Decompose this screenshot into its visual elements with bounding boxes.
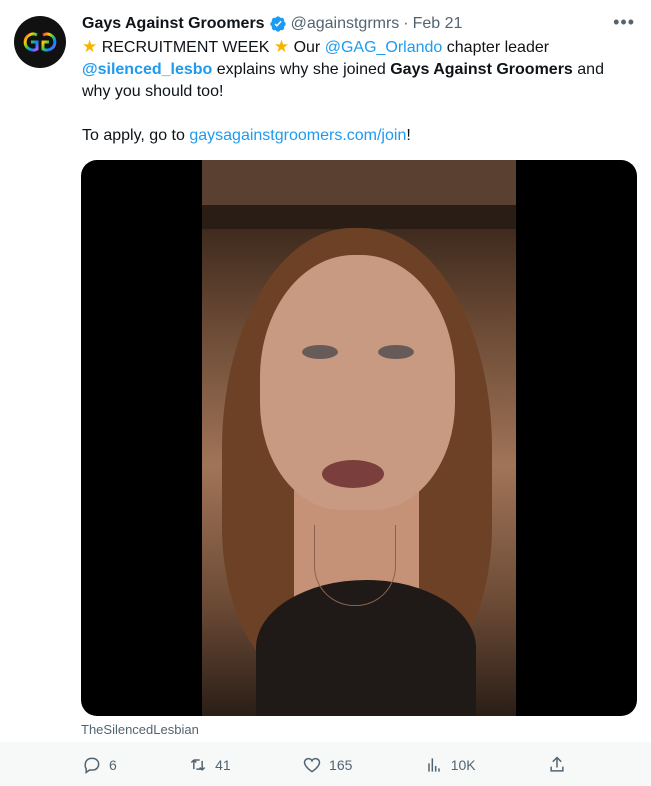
retweet-count: 41 [215,757,231,773]
retweet-button[interactable]: 41 [188,755,231,775]
tweet-actions: 6 41 165 10K [82,752,567,778]
gag-logo-icon [23,32,57,52]
views-button[interactable]: 10K [424,755,476,775]
text-chapter-leader: chapter leader [446,39,550,56]
recruitment-heading: RECRUITMENT WEEK [101,39,270,56]
account-handle[interactable]: @againstgrmrs [291,15,400,33]
mention-silenced-lesbo[interactable]: @silenced_lesbo [82,61,212,78]
more-options-icon[interactable]: ••• [613,12,635,33]
tweet-card[interactable]: Gays Against Groomers @againstgrmrs · Fe… [0,0,651,786]
views-count: 10K [450,757,476,773]
person-face [260,255,455,510]
star-icon: ★ [273,37,290,56]
views-icon [427,758,440,772]
reply-icon [84,757,100,774]
text-apply: To apply, go to [82,127,185,144]
reply-count: 6 [109,757,117,773]
background-shelf [202,205,516,229]
text-explains: explains why she joined [216,61,386,78]
person-necklace [314,525,396,606]
separator-dot: · [403,15,409,32]
video-caption[interactable]: TheSilencedLesbian [81,722,199,737]
background-wall [202,160,516,205]
reply-button[interactable]: 6 [82,755,117,775]
tweet-header: Gays Against Groomers @againstgrmrs · Fe… [82,12,637,36]
org-name-bold: Gays Against Groomers [390,61,573,78]
heart-icon [303,757,321,773]
right-eye [378,345,414,359]
join-link[interactable]: gaysagainstgroomers.com/join [189,127,406,144]
text-exclamation: ! [406,127,411,144]
video-player[interactable] [81,160,637,716]
text-and: and [577,61,604,78]
like-count: 165 [329,757,353,773]
mention-gag-orlando[interactable]: @GAG_Orlando [325,39,443,56]
video-frame[interactable] [202,160,516,716]
tweet-date[interactable]: Feb 21 [413,15,463,33]
tweet-text: ★ RECRUITMENT WEEK ★ Our @GAG_Orlando ch… [82,36,621,147]
retweet-icon [190,759,206,771]
text-our: Our [293,39,321,56]
share-icon [550,756,564,772]
account-name[interactable]: Gays Against Groomers [82,15,265,33]
star-icon: ★ [82,37,98,56]
mouth [322,460,384,488]
text-why-you-should: why you should too! [82,83,224,100]
verified-icon [269,15,287,33]
like-button[interactable]: 165 [302,755,352,775]
share-button[interactable] [547,755,567,775]
profile-avatar[interactable] [14,16,66,68]
left-eye [302,345,338,359]
